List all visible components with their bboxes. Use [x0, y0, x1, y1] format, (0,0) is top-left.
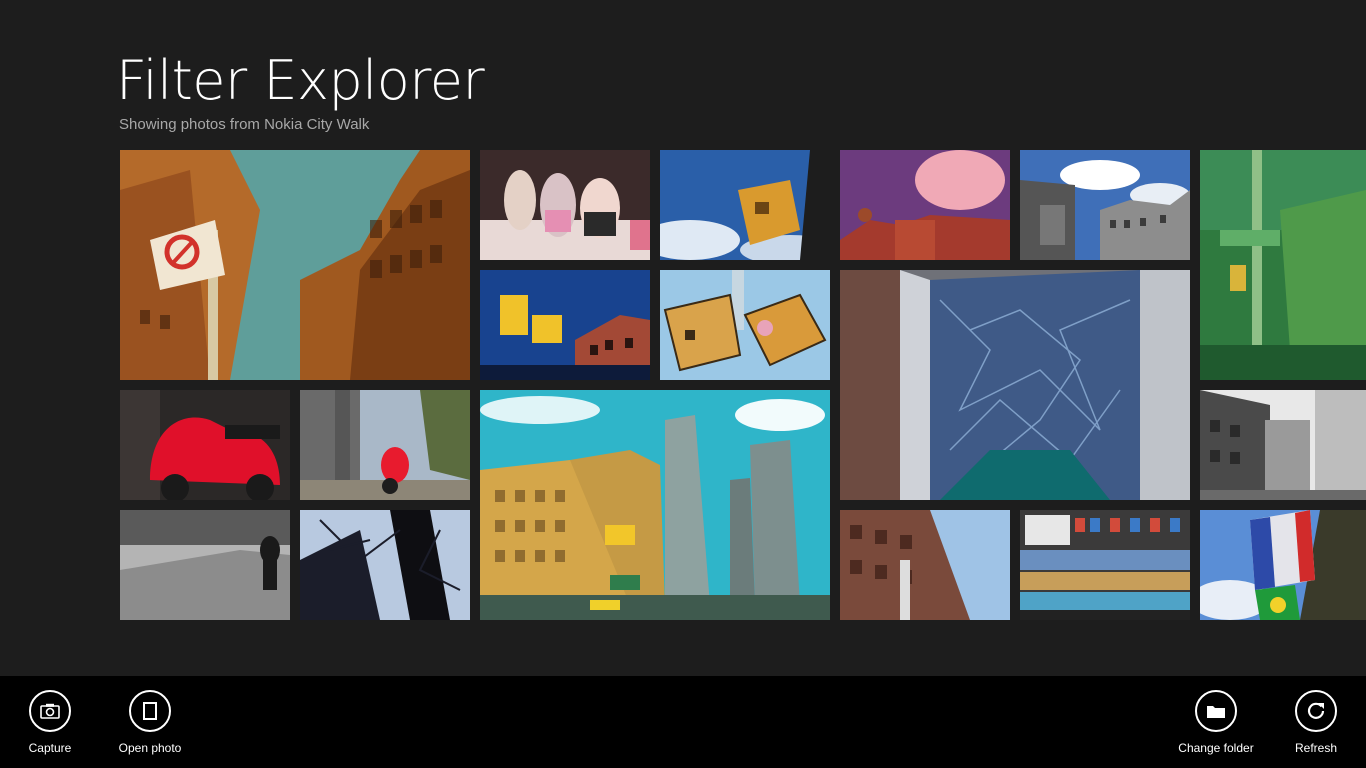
photo-tile[interactable]	[120, 510, 290, 620]
photo-tile[interactable]	[1020, 150, 1190, 260]
filter-explorer-app: Filter Explorer Showing photos from Noki…	[0, 0, 1366, 768]
photo-tile[interactable]	[480, 270, 650, 380]
photo-tile[interactable]	[840, 510, 1010, 620]
refresh-icon	[1295, 690, 1337, 732]
photo-tile[interactable]	[840, 270, 1190, 500]
photo-tile[interactable]	[1200, 390, 1366, 500]
open-photo-button[interactable]: Open photo	[100, 690, 200, 760]
photo-tile[interactable]	[1200, 150, 1366, 380]
photo-tile[interactable]	[480, 150, 650, 260]
photo-tile[interactable]	[300, 390, 470, 500]
open-photo-icon	[129, 690, 171, 732]
photo-tile[interactable]	[660, 270, 830, 380]
capture-button[interactable]: Capture	[0, 690, 100, 760]
capture-label: Capture	[28, 741, 72, 755]
change-folder-button[interactable]: Change folder	[1166, 690, 1266, 760]
refresh-button[interactable]: Refresh	[1266, 690, 1366, 760]
photo-tile[interactable]	[660, 150, 830, 260]
photo-tile[interactable]	[480, 390, 830, 620]
change-folder-label: Change folder	[1178, 741, 1254, 755]
refresh-label: Refresh	[1294, 741, 1338, 755]
camera-icon	[29, 690, 71, 732]
photo-tile[interactable]	[120, 390, 290, 500]
photo-tile[interactable]	[300, 510, 470, 620]
photo-grid	[0, 0, 1366, 676]
app-bar: Capture Open photo Change folder Refresh	[0, 676, 1366, 768]
photo-tile[interactable]	[120, 150, 470, 380]
open-photo-label: Open photo	[118, 741, 182, 755]
photo-tile[interactable]	[840, 150, 1010, 260]
photo-tile[interactable]	[1200, 510, 1366, 620]
folder-icon	[1195, 690, 1237, 732]
photo-tile[interactable]	[1020, 510, 1190, 620]
